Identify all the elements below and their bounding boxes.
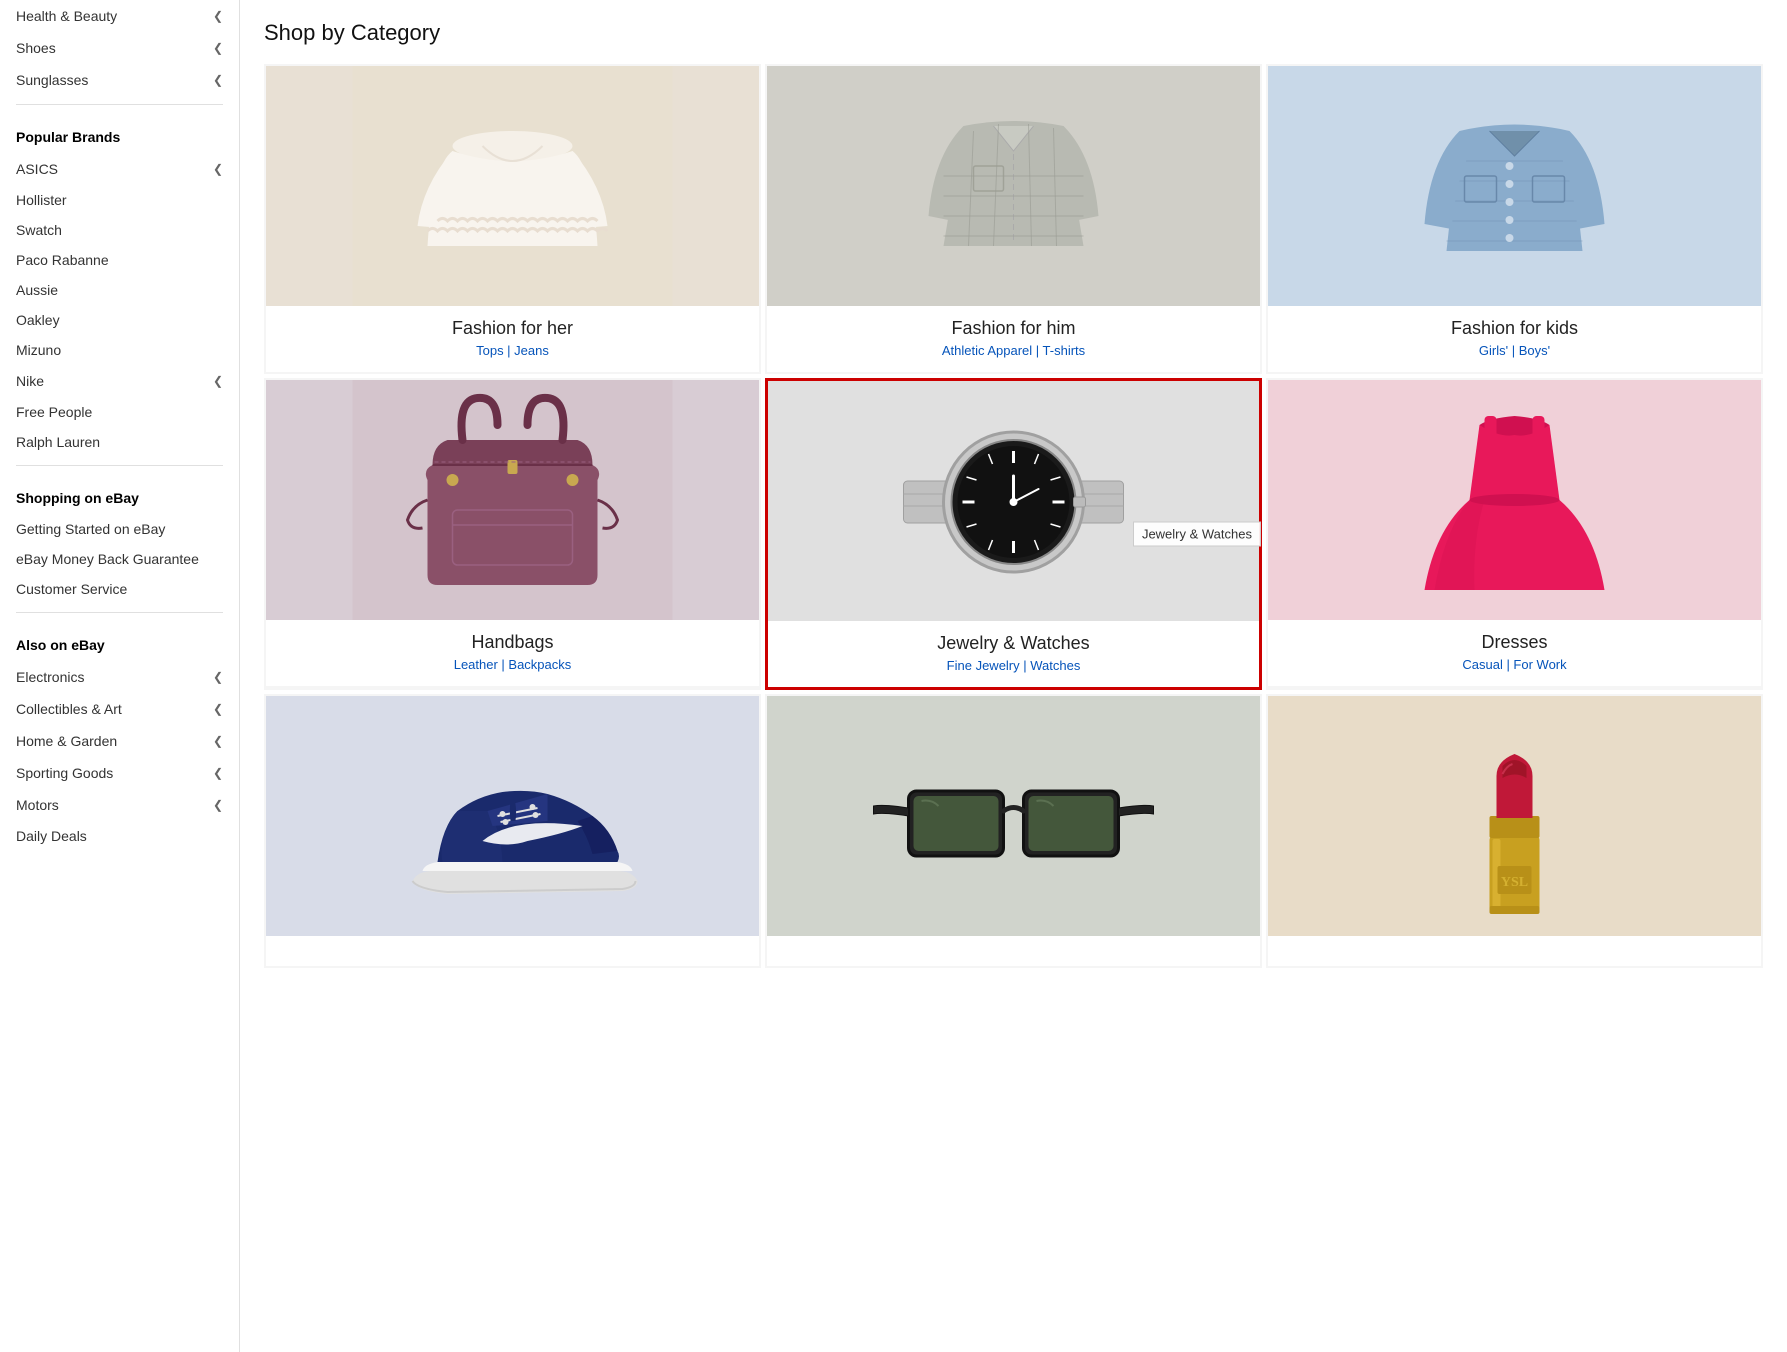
category-title: Fashion for kids	[1276, 318, 1753, 339]
sidebar-item-aussie[interactable]: Aussie	[16, 275, 223, 305]
sidebar-item-getting-started[interactable]: Getting Started on eBay	[16, 514, 223, 544]
category-subtitle: Girls' | Boys'	[1276, 343, 1753, 358]
chevron-down-icon: ❮	[213, 374, 223, 388]
sidebar-item-home-garden[interactable]: Home & Garden ❮	[16, 725, 223, 757]
category-card-body: Dresses Casual | For Work	[1268, 620, 1761, 686]
sidebar-item-sporting-goods[interactable]: Sporting Goods ❮	[16, 757, 223, 789]
main-content: Shop by Category	[240, 0, 1787, 1352]
sidebar-item-label: ASICS	[16, 161, 58, 177]
chevron-down-icon: ❮	[213, 41, 223, 55]
category-card-body: Fashion for her Tops | Jeans	[266, 306, 759, 372]
category-image-jewelry	[768, 381, 1259, 621]
category-card-fashion-her[interactable]: Fashion for her Tops | Jeans	[264, 64, 761, 374]
sidebar-item-label: Health & Beauty	[16, 8, 117, 24]
sidebar-item-label: Motors	[16, 797, 59, 813]
category-card-body: Jewelry & Watches Fine Jewelry | Watches	[768, 621, 1259, 687]
chevron-down-icon: ❮	[213, 73, 223, 87]
also-header: Also on eBay	[16, 621, 223, 661]
category-card-jewelry-watches[interactable]: Jewelry & Watches Fine Jewelry | Watches…	[765, 378, 1262, 690]
category-image-shoes	[266, 696, 759, 936]
sidebar-item-label: Home & Garden	[16, 733, 117, 749]
category-title: Fashion for him	[775, 318, 1252, 339]
category-card-body: Handbags Leather | Backpacks	[266, 620, 759, 686]
sidebar-item-sunglasses[interactable]: Sunglasses ❮	[16, 64, 223, 96]
category-card-shoes[interactable]	[264, 694, 761, 968]
sidebar-item-customer-service[interactable]: Customer Service	[16, 574, 223, 604]
sidebar-item-paco-rabanne[interactable]: Paco Rabanne	[16, 245, 223, 275]
category-card-body	[767, 936, 1260, 966]
sidebar: Health & Beauty ❮ Shoes ❮ Sunglasses ❮ P…	[0, 0, 240, 1352]
category-card-beauty[interactable]: YSL	[1266, 694, 1763, 968]
category-title: Fashion for her	[274, 318, 751, 339]
category-card-body: Fashion for him Athletic Apparel | T-shi…	[767, 306, 1260, 372]
page-title: Shop by Category	[264, 20, 1763, 46]
sidebar-item-motors[interactable]: Motors ❮	[16, 789, 223, 821]
sidebar-item-free-people[interactable]: Free People	[16, 397, 223, 427]
category-image-handbags	[266, 380, 759, 620]
sidebar-item-hollister[interactable]: Hollister	[16, 185, 223, 215]
sidebar-item-swatch[interactable]: Swatch	[16, 215, 223, 245]
category-image-dresses	[1268, 380, 1761, 620]
chevron-down-icon: ❮	[213, 162, 223, 176]
sidebar-item-label: Sunglasses	[16, 72, 88, 88]
chevron-down-icon: ❮	[213, 9, 223, 23]
category-grid: Fashion for her Tops | Jeans	[264, 64, 1763, 968]
sidebar-item-collectibles[interactable]: Collectibles & Art ❮	[16, 693, 223, 725]
sidebar-item-shoes[interactable]: Shoes ❮	[16, 32, 223, 64]
sidebar-item-mizuno[interactable]: Mizuno	[16, 335, 223, 365]
sidebar-divider	[16, 104, 223, 105]
category-subtitle: Tops | Jeans	[274, 343, 751, 358]
category-subtitle: Fine Jewelry | Watches	[776, 658, 1251, 673]
category-card-body: Fashion for kids Girls' | Boys'	[1268, 306, 1761, 372]
sidebar-item-label: Electronics	[16, 669, 84, 685]
category-card-sunglasses[interactable]	[765, 694, 1262, 968]
category-subtitle: Casual | For Work	[1276, 657, 1753, 672]
svg-text:YSL: YSL	[1501, 875, 1528, 890]
category-card-fashion-him[interactable]: Fashion for him Athletic Apparel | T-shi…	[765, 64, 1262, 374]
chevron-down-icon: ❮	[213, 670, 223, 684]
sidebar-item-asics[interactable]: ASICS ❮	[16, 153, 223, 185]
sidebar-item-money-back[interactable]: eBay Money Back Guarantee	[16, 544, 223, 574]
sidebar-divider-3	[16, 612, 223, 613]
chevron-down-icon: ❮	[213, 766, 223, 780]
sidebar-item-nike[interactable]: Nike ❮	[16, 365, 223, 397]
sidebar-item-daily-deals[interactable]: Daily Deals	[16, 821, 223, 851]
sidebar-item-label: Collectibles & Art	[16, 701, 122, 717]
chevron-down-icon: ❮	[213, 798, 223, 812]
category-card-body	[1268, 936, 1761, 966]
shopping-header: Shopping on eBay	[16, 474, 223, 514]
sidebar-item-ralph-lauren[interactable]: Ralph Lauren	[16, 427, 223, 457]
category-image-fashion-kids	[1268, 66, 1761, 306]
sidebar-item-label: Sporting Goods	[16, 765, 113, 781]
sidebar-item-health-beauty[interactable]: Health & Beauty ❮	[16, 0, 223, 32]
category-image-fashion-her	[266, 66, 759, 306]
sidebar-item-label: Shoes	[16, 40, 56, 56]
category-title: Handbags	[274, 632, 751, 653]
category-card-handbags[interactable]: Handbags Leather | Backpacks	[264, 378, 761, 690]
category-image-beauty: YSL	[1268, 696, 1761, 936]
category-card-fashion-kids[interactable]: Fashion for kids Girls' | Boys'	[1266, 64, 1763, 374]
category-card-body	[266, 936, 759, 966]
chevron-down-icon: ❮	[213, 734, 223, 748]
category-subtitle: Leather | Backpacks	[274, 657, 751, 672]
sidebar-divider-2	[16, 465, 223, 466]
category-title: Jewelry & Watches	[776, 633, 1251, 654]
sidebar-item-electronics[interactable]: Electronics ❮	[16, 661, 223, 693]
category-image-fashion-him	[767, 66, 1260, 306]
sidebar-item-label: Nike	[16, 373, 44, 389]
category-subtitle: Athletic Apparel | T-shirts	[775, 343, 1252, 358]
popular-brands-header: Popular Brands	[16, 113, 223, 153]
category-title: Dresses	[1276, 632, 1753, 653]
category-image-sunglasses	[767, 696, 1260, 936]
sidebar-item-oakley[interactable]: Oakley	[16, 305, 223, 335]
chevron-down-icon: ❮	[213, 702, 223, 716]
category-card-dresses[interactable]: Dresses Casual | For Work	[1266, 378, 1763, 690]
